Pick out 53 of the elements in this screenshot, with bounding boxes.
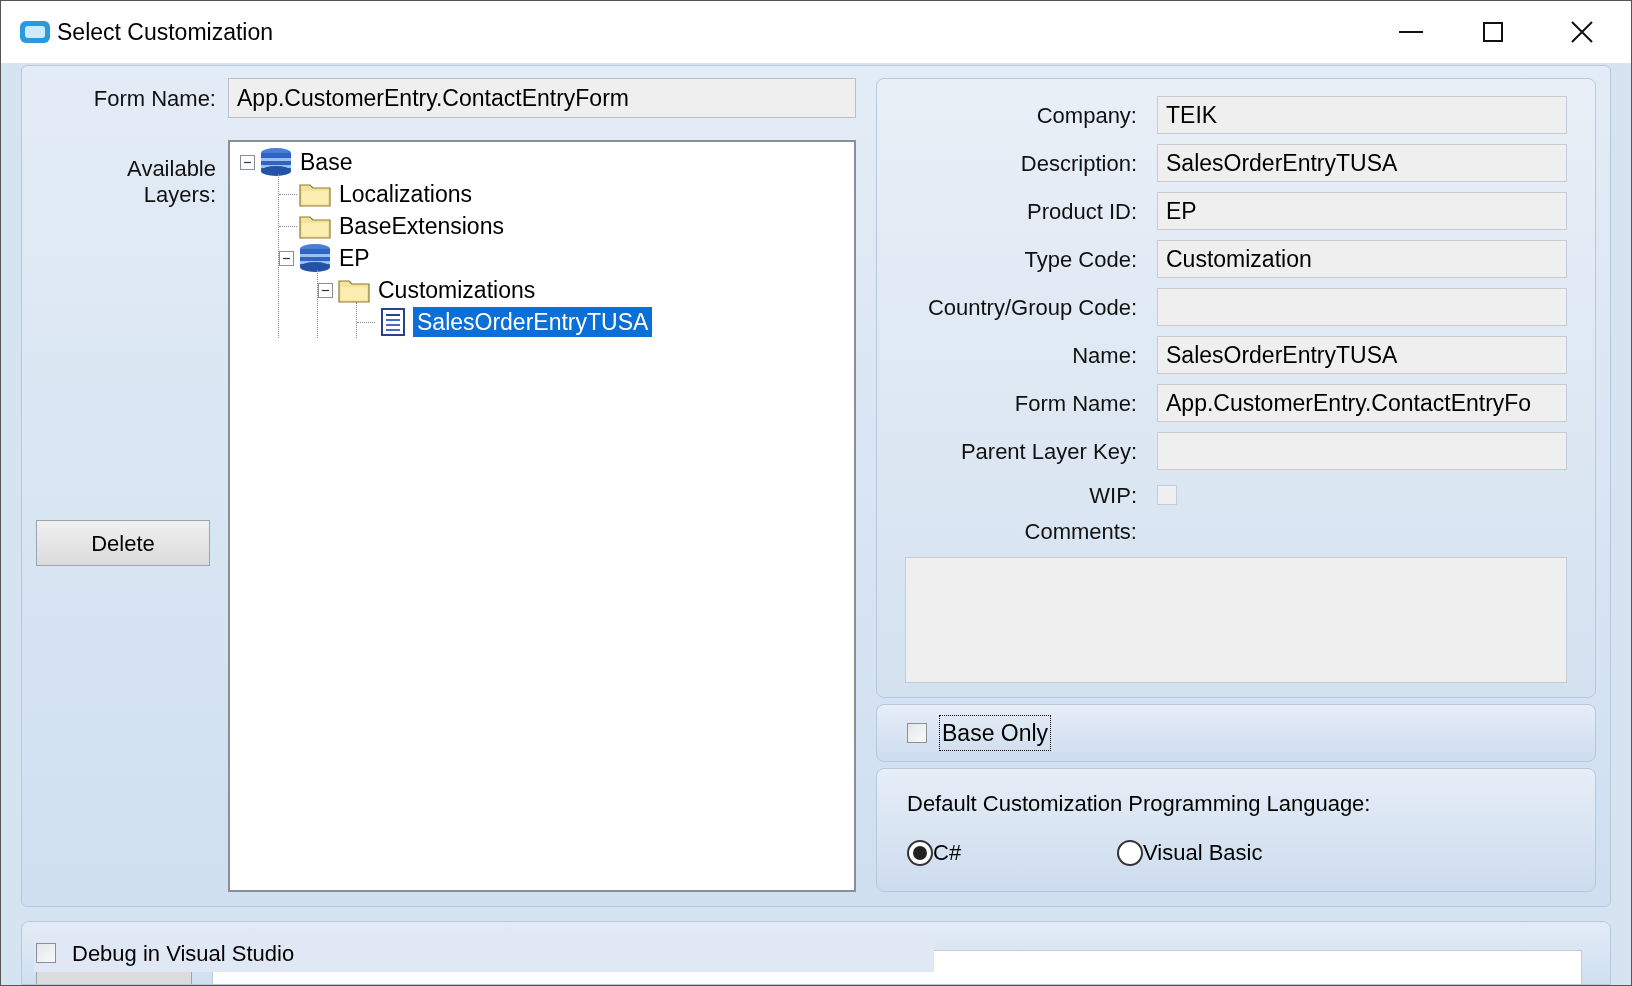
field-label: Name: [1071, 341, 1138, 370]
delete-button[interactable]: Delete [36, 520, 210, 566]
tree-item[interactable]: Customizations [374, 275, 540, 305]
form-name-field[interactable]: App.CustomerEntry.ContactEntryForm [228, 78, 856, 118]
field-label: Form Name: [1013, 389, 1138, 418]
text-field[interactable]: TEIK [1157, 96, 1567, 134]
collapse-icon[interactable] [279, 250, 294, 266]
checkbox-label: Debug in Visual Studio [72, 939, 295, 968]
field-label: Form Name: [92, 84, 217, 113]
radio-button[interactable] [1117, 839, 1143, 866]
comments-field[interactable] [905, 557, 1567, 683]
tree-item[interactable]: Localizations [335, 179, 476, 209]
tree-item[interactable]: BaseExtensions [335, 211, 508, 241]
collapse-icon[interactable] [240, 154, 255, 170]
text-field[interactable] [1157, 288, 1567, 326]
database-icon [298, 243, 332, 273]
database-icon [259, 147, 293, 177]
collapse-icon[interactable] [318, 282, 333, 298]
minimize-icon[interactable] [1399, 30, 1423, 34]
field-label: Parent Layer Key: [959, 437, 1138, 466]
text-field[interactable]: Customization [1157, 240, 1567, 278]
checkbox-label: Base Only [939, 714, 1052, 752]
folder-icon [299, 213, 331, 239]
group-label: Default Customization Programming Language: [907, 790, 1372, 818]
field-label: Description: [1019, 149, 1138, 178]
field-label: Comments: [1023, 517, 1138, 546]
text-field[interactable]: App.CustomerEntry.ContactEntryFo [1157, 384, 1567, 422]
text-field[interactable]: EP [1157, 192, 1567, 230]
radio-button[interactable] [907, 839, 933, 866]
text-field[interactable]: SalesOrderEntryTUSA [1157, 144, 1567, 182]
window-title: Select Customization [57, 17, 274, 47]
field-label: WIP: [1088, 481, 1138, 510]
field-label: Available Layers: [126, 156, 216, 208]
field-label: Product ID: [1025, 197, 1138, 226]
text-field[interactable] [1157, 432, 1567, 470]
document-icon [380, 308, 406, 336]
tree-item[interactable]: Base [296, 147, 357, 177]
checkbox[interactable] [36, 943, 56, 963]
maximize-icon[interactable] [1483, 22, 1503, 42]
close-icon[interactable] [1571, 21, 1593, 43]
field-label: Type Code: [1023, 245, 1138, 274]
tree-item[interactable]: SalesOrderEntryTUSA [413, 307, 653, 337]
layer-tree[interactable]: Base Localizations BaseExtensions EP Customizations SalesOrderEntryTUSA [228, 140, 856, 892]
text-field[interactable]: SalesOrderEntryTUSA [1157, 336, 1567, 374]
radio-label: Visual Basic [1143, 839, 1263, 867]
radio-label: C# [933, 839, 962, 867]
folder-icon [299, 181, 331, 207]
checkbox[interactable] [907, 723, 927, 743]
folder-icon [338, 277, 370, 303]
tree-item[interactable]: EP [335, 243, 374, 273]
field-label: Company: [1035, 101, 1138, 130]
app-icon [19, 19, 51, 45]
field-label: Country/Group Code: [926, 293, 1138, 322]
